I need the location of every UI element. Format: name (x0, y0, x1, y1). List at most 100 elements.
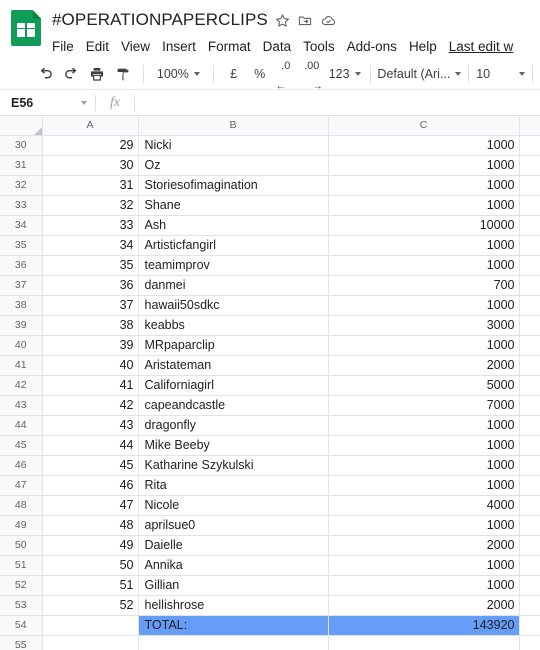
currency-button[interactable]: £ (221, 61, 247, 87)
cell-d[interactable] (518, 574, 540, 596)
menu-format[interactable]: Format (208, 39, 251, 54)
cell-a[interactable]: 46 (41, 474, 139, 496)
cell-b[interactable]: keabbs (137, 314, 329, 336)
cell-c[interactable]: 2000 (327, 594, 520, 616)
cell-b[interactable]: Aristateman (137, 354, 329, 376)
menu-view[interactable]: View (121, 39, 150, 54)
cell-c[interactable]: 143920 (327, 614, 520, 636)
cell-d[interactable] (518, 394, 540, 416)
row-header[interactable]: 32 (0, 174, 43, 196)
cell-d[interactable] (518, 334, 540, 356)
cell-b[interactable]: Gillian (137, 574, 329, 596)
column-header-b[interactable]: B (137, 116, 329, 136)
row-header[interactable]: 49 (0, 514, 43, 536)
cell-d[interactable] (518, 414, 540, 436)
cell-b[interactable]: hawaii50sdkc (137, 294, 329, 316)
cell-a[interactable]: 49 (41, 534, 139, 556)
cell-a[interactable]: 45 (41, 454, 139, 476)
last-edit-link[interactable]: Last edit w (449, 39, 514, 54)
cell-b[interactable]: MRpaparclip (137, 334, 329, 356)
column-header-a[interactable]: A (41, 116, 139, 136)
cell-a[interactable]: 33 (41, 214, 139, 236)
cell-b[interactable]: teamimprov (137, 254, 329, 276)
cell-d[interactable] (518, 434, 540, 456)
cell-b[interactable]: Artisticfangirl (137, 234, 329, 256)
cell-c[interactable]: 1000 (327, 294, 520, 316)
row-header[interactable]: 43 (0, 394, 43, 416)
move-to-folder-icon[interactable] (297, 13, 313, 28)
cell-b[interactable]: Katharine Szykulski (137, 454, 329, 476)
row-header[interactable]: 48 (0, 494, 43, 516)
column-header-d[interactable] (518, 116, 540, 136)
cell-b[interactable]: Annika (137, 554, 329, 576)
sheets-logo-wrap[interactable] (0, 6, 52, 46)
row-header[interactable]: 45 (0, 434, 43, 456)
cell-b[interactable]: Californiagirl (137, 374, 329, 396)
cell-d[interactable] (518, 594, 540, 616)
cell-b[interactable]: Oz (137, 154, 329, 176)
cell-d[interactable] (518, 174, 540, 196)
cell-c[interactable]: 700 (327, 274, 520, 296)
cell-d[interactable] (518, 514, 540, 536)
row-header[interactable]: 50 (0, 534, 43, 556)
row-header[interactable]: 38 (0, 294, 43, 316)
cell-d[interactable] (518, 154, 540, 176)
cell-b[interactable]: capeandcastle (137, 394, 329, 416)
cell-b[interactable]: Ash (137, 214, 329, 236)
cell-a[interactable]: 48 (41, 514, 139, 536)
cell-c[interactable]: 2000 (327, 534, 520, 556)
percent-button[interactable]: % (247, 61, 273, 87)
cell-c[interactable]: 1000 (327, 194, 520, 216)
cell-d[interactable] (518, 294, 540, 316)
cell-a[interactable]: 35 (41, 254, 139, 276)
cell-a[interactable]: 44 (41, 434, 139, 456)
menu-file[interactable]: File (52, 39, 74, 54)
cell-d[interactable] (518, 214, 540, 236)
cell-d[interactable] (518, 234, 540, 256)
cell-a[interactable] (41, 634, 139, 650)
row-header[interactable]: 46 (0, 454, 43, 476)
cell-c[interactable]: 1000 (327, 254, 520, 276)
cell-c[interactable]: 4000 (327, 494, 520, 516)
cell-d[interactable] (518, 134, 540, 156)
cell-b[interactable]: dragonfly (137, 414, 329, 436)
name-box[interactable]: E56 (0, 90, 95, 115)
cell-a[interactable]: 50 (41, 554, 139, 576)
cell-d[interactable] (518, 254, 540, 276)
cell-c[interactable]: 1000 (327, 414, 520, 436)
menu-tools[interactable]: Tools (303, 39, 335, 54)
row-header[interactable]: 36 (0, 254, 43, 276)
cell-b[interactable]: danmei (137, 274, 329, 296)
decrease-decimal-button[interactable]: .0 ← (273, 60, 299, 91)
cell-d[interactable] (518, 494, 540, 516)
paint-format-button[interactable] (110, 61, 136, 87)
menu-help[interactable]: Help (409, 39, 437, 54)
cloud-status-icon[interactable] (320, 13, 337, 28)
cell-c[interactable]: 1000 (327, 134, 520, 156)
row-header[interactable]: 55 (0, 634, 43, 650)
column-header-c[interactable]: C (327, 116, 520, 136)
font-family-control[interactable]: Default (Ari... (377, 67, 462, 81)
cell-b[interactable]: TOTAL: (137, 614, 329, 636)
number-format-button[interactable]: 123 (325, 61, 363, 87)
cell-c[interactable]: 3000 (327, 314, 520, 336)
cell-c[interactable]: 7000 (327, 394, 520, 416)
select-all-corner[interactable] (0, 116, 43, 136)
cell-a[interactable]: 41 (41, 374, 139, 396)
cell-a[interactable]: 39 (41, 334, 139, 356)
cell-d[interactable] (518, 614, 540, 636)
cell-c[interactable]: 10000 (327, 214, 520, 236)
cell-b[interactable]: Daielle (137, 534, 329, 556)
cell-b[interactable]: Storiesofimagination (137, 174, 329, 196)
cell-c[interactable]: 1000 (327, 554, 520, 576)
cell-a[interactable]: 36 (41, 274, 139, 296)
cell-d[interactable] (518, 374, 540, 396)
row-header[interactable]: 35 (0, 234, 43, 256)
cell-d[interactable] (518, 634, 540, 650)
cell-a[interactable]: 51 (41, 574, 139, 596)
increase-decimal-button[interactable]: .00 → (299, 60, 325, 91)
cell-d[interactable] (518, 354, 540, 376)
cell-b[interactable] (137, 634, 329, 650)
star-icon[interactable] (275, 13, 290, 28)
spreadsheet-grid[interactable]: A B C 30 29 Nicki 1000 31 30 Oz 1000 32 31 Stories… (0, 116, 540, 650)
